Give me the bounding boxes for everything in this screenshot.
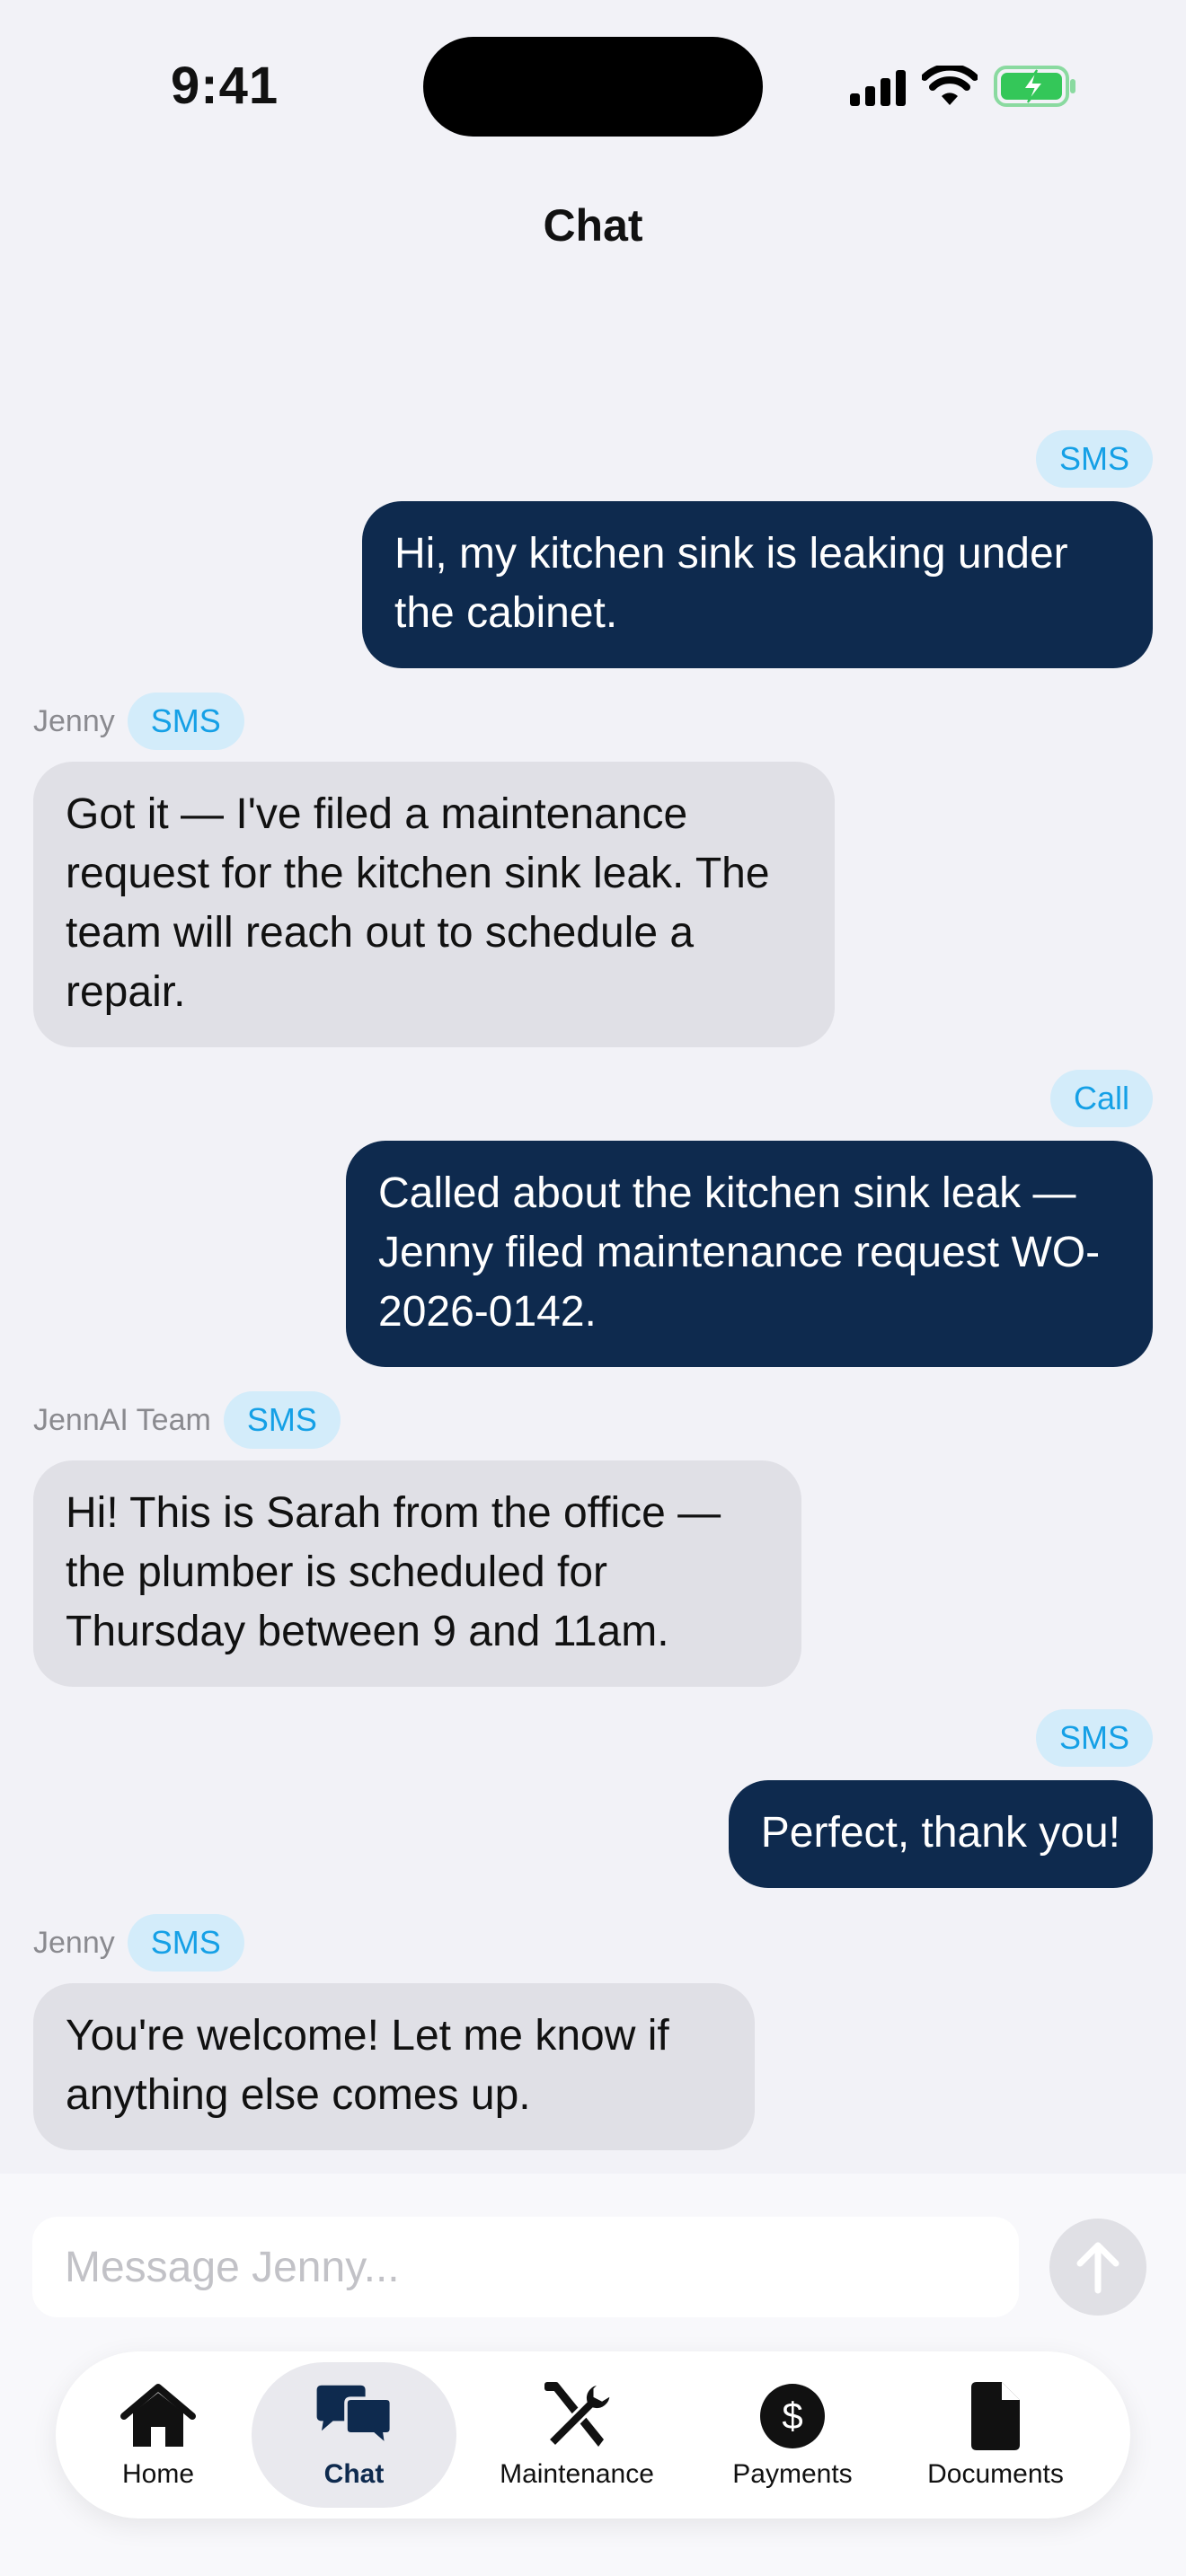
status-bar: 9:41 [0, 0, 1186, 171]
tab-label: Payments [732, 2459, 853, 2489]
tab-label: Chat [323, 2459, 385, 2489]
tab-documents[interactable]: Documents [906, 2362, 1085, 2508]
tab-chat[interactable]: Chat [252, 2362, 456, 2508]
message-bubble: Perfect, thank you! [728, 1780, 1153, 1888]
channel-badge: SMS [127, 693, 244, 750]
sender-name: JennAI Team [33, 1402, 211, 1437]
tab-home[interactable]: Home [92, 2362, 225, 2508]
document-icon [971, 2382, 1020, 2450]
channel-badge: SMS [1035, 1709, 1153, 1767]
dollar-circle-icon: $ [760, 2384, 825, 2448]
tab-payments[interactable]: $ Payments [704, 2362, 881, 2508]
cellular-signal-icon [850, 66, 906, 106]
page-title: Chat [543, 200, 643, 251]
chat-screen: 9:41 Chat SMS Hi, my kitchen sink is lea… [0, 0, 1186, 2576]
message-bubble: Got it — I've filed a maintenance reques… [33, 762, 835, 1047]
status-time: 9:41 [171, 57, 279, 115]
message-bubble: Hi! This is Sarah from the office — the … [33, 1460, 801, 1687]
message-bubble: You're welcome! Let me know if anything … [33, 1983, 755, 2150]
wifi-icon [922, 66, 978, 105]
channel-badge: SMS [1035, 430, 1153, 488]
send-button[interactable] [1049, 2219, 1146, 2316]
tab-label: Documents [927, 2459, 1064, 2489]
message-incoming: JennAI Team SMS Hi! This is Sarah from t… [33, 1390, 801, 1687]
svg-text:$: $ [782, 2395, 802, 2437]
message-incoming: Jenny SMS You're welcome! Let me know if… [33, 1913, 755, 2150]
tools-icon [544, 2382, 613, 2449]
tab-label: Maintenance [500, 2459, 654, 2489]
message-input[interactable] [32, 2217, 1019, 2317]
status-icons [850, 63, 1078, 110]
tab-label: Home [121, 2459, 195, 2489]
message-outgoing: SMS Perfect, thank you! [728, 1708, 1153, 1888]
channel-badge: SMS [223, 1391, 341, 1449]
message-bubble: Called about the kitchen sink leak — Jen… [346, 1141, 1153, 1367]
tab-maintenance[interactable]: Maintenance [478, 2362, 676, 2508]
channel-badge: SMS [127, 1914, 244, 1972]
message-outgoing: SMS Hi, my kitchen sink is leaking under… [362, 429, 1153, 668]
chat-bubbles-icon [316, 2385, 394, 2449]
sender-name: Jenny [33, 703, 115, 738]
sender-name: Jenny [33, 1925, 115, 1960]
message-bubble: Hi, my kitchen sink is leaking under the… [362, 501, 1153, 668]
message-incoming: Jenny SMS Got it — I've filed a maintena… [33, 692, 835, 1047]
dynamic-island [423, 37, 763, 137]
channel-badge: Call [1049, 1070, 1153, 1127]
house-icon [120, 2384, 196, 2447]
message-outgoing: Call Called about the kitchen sink leak … [346, 1069, 1153, 1367]
battery-charging-icon [994, 66, 1075, 107]
tab-bar: Home Chat Maintenance $ Payments Documen… [56, 2351, 1130, 2519]
arrow-up-icon [1076, 2242, 1120, 2294]
